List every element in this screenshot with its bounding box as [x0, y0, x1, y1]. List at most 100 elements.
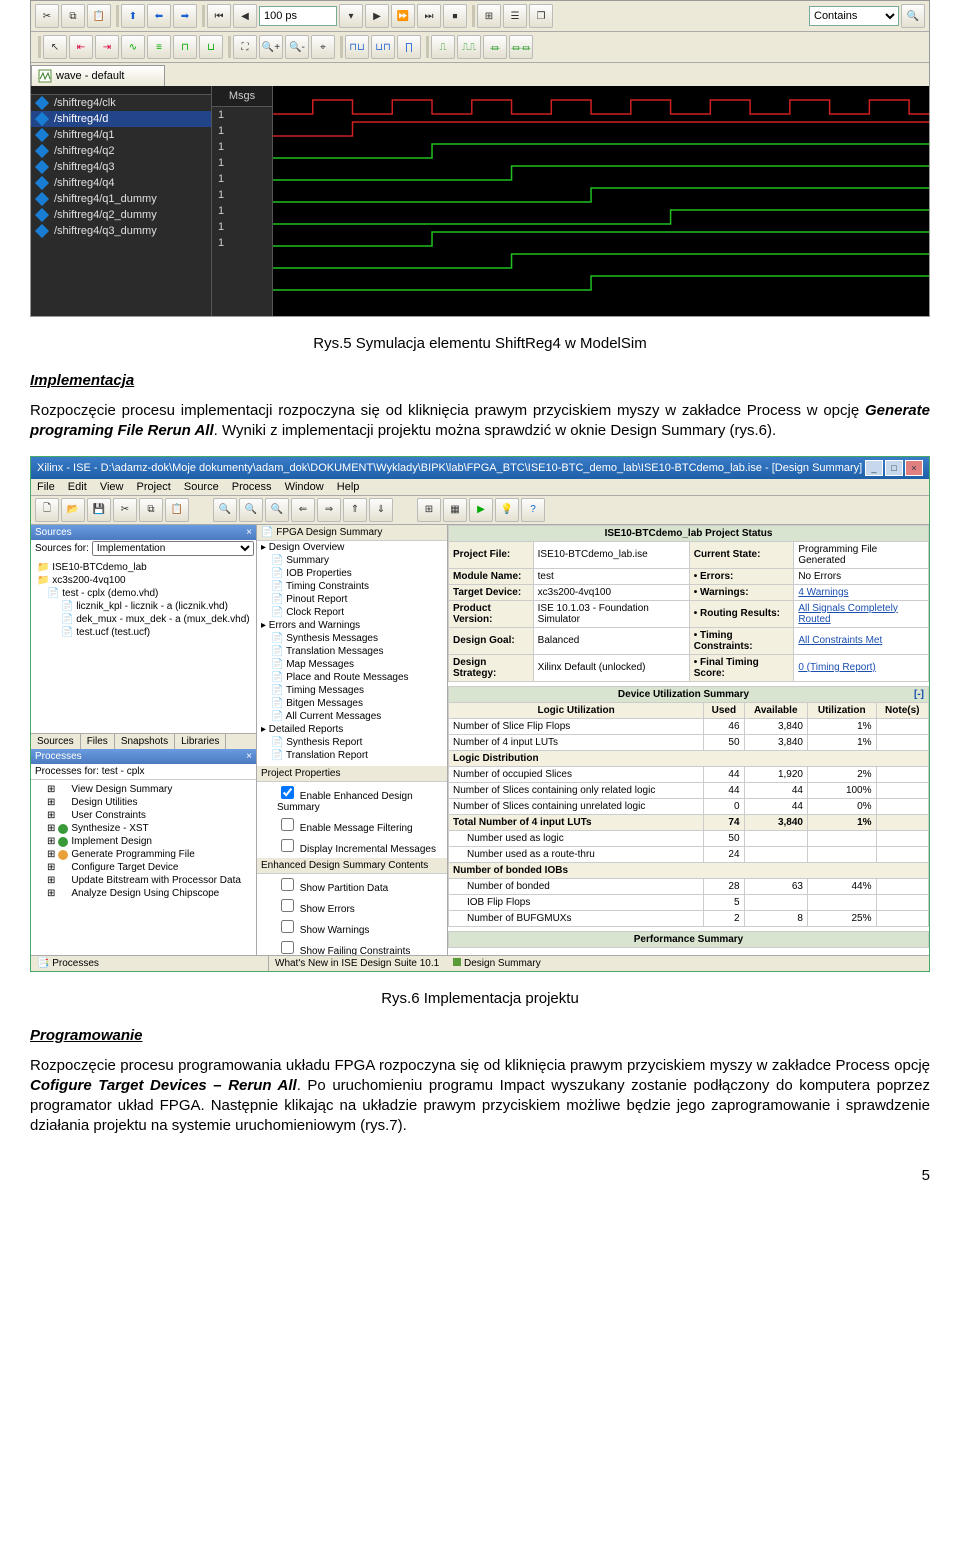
checkbox-row[interactable]: Show Failing Constraints — [257, 937, 447, 955]
mid-header[interactable]: 📄 FPGA Design Summary — [257, 525, 447, 541]
maximize-icon[interactable]: □ — [885, 460, 903, 476]
process-tree-item[interactable]: ⊞ Generate Programming File — [33, 848, 254, 861]
time-step-input[interactable] — [259, 6, 337, 26]
checkbox-row[interactable]: Show Errors — [257, 895, 447, 916]
mid-section-item[interactable]: 📄 All Current Messages — [257, 710, 447, 723]
mid-section-item[interactable]: ▸ Design Overview — [257, 541, 447, 554]
tab-snapshots[interactable]: Snapshots — [115, 734, 175, 749]
checkbox-row[interactable]: Enable Message Filtering — [257, 814, 447, 835]
process-tree-item[interactable]: ⊞ Configure Target Device — [33, 861, 254, 874]
mid-section-item[interactable]: 📄 Map Messages — [257, 658, 447, 671]
menu-item[interactable]: View — [100, 481, 124, 493]
cursor-icon[interactable]: ↖ — [43, 35, 67, 59]
mem-icon[interactable]: ⊞ — [477, 4, 501, 28]
mid-section-item[interactable]: 📄 Pinout Report — [257, 593, 447, 606]
checkbox[interactable] — [281, 878, 294, 891]
wave-fmt-icon[interactable]: ⎍⎍ — [457, 35, 481, 59]
nav-fwd-icon[interactable]: ➡ — [173, 4, 197, 28]
edge-next-icon[interactable]: ⇥ — [95, 35, 119, 59]
process-tree-item[interactable]: ⊞ View Design Summary — [33, 783, 254, 796]
tool-paste-icon[interactable]: 📋 — [87, 4, 111, 28]
wave-fmt-icon[interactable]: ∏ — [397, 35, 421, 59]
step-back-icon[interactable]: ◀ — [233, 4, 257, 28]
nav-back-icon[interactable]: ⬅ — [147, 4, 171, 28]
checkbox[interactable] — [281, 941, 294, 954]
wave-tool-icon[interactable]: ≡ — [147, 35, 171, 59]
mid-section-item[interactable]: ▸ Detailed Reports — [257, 723, 447, 736]
wave-signal-row[interactable]: /shiftreg4/q1 — [31, 127, 211, 143]
wave-fmt-icon[interactable]: ⏛ — [483, 35, 507, 59]
checkbox[interactable] — [281, 920, 294, 933]
mid-section-item[interactable]: 📄 Timing Constraints — [257, 580, 447, 593]
help-icon[interactable]: ? — [521, 498, 545, 522]
nav-icon[interactable]: ⇒ — [317, 498, 341, 522]
cell[interactable]: All Signals Completely Routed — [794, 600, 929, 627]
wave-fmt-icon[interactable]: ⊔⊓ — [371, 35, 395, 59]
mid-section-item[interactable]: 📄 Clock Report — [257, 606, 447, 619]
src-tree-item[interactable]: 📁 ISE10-BTCdemo_lab — [33, 561, 254, 574]
run-icon[interactable]: ▶ — [469, 498, 493, 522]
step-dropdown-icon[interactable]: ▾ — [339, 4, 363, 28]
checkbox[interactable] — [281, 899, 294, 912]
tab-sources[interactable]: Sources — [31, 734, 81, 749]
save-icon[interactable]: 💾 — [87, 498, 111, 522]
mid-section-item[interactable]: 📄 Place and Route Messages — [257, 671, 447, 684]
cut-icon[interactable]: ✂ — [113, 498, 137, 522]
wave-signal-row[interactable]: /shiftreg4/q3 — [31, 159, 211, 175]
bottom-tab[interactable]: Design Summary — [453, 958, 540, 969]
light-icon[interactable]: 💡 — [495, 498, 519, 522]
menu-item[interactable]: Window — [285, 481, 324, 493]
mid-section-item[interactable]: ▸ Errors and Warnings — [257, 619, 447, 632]
sources-tree[interactable]: 📁 ISE10-BTCdemo_lab📁 xc3s200-4vq100📄 tes… — [31, 557, 256, 734]
processes-tree[interactable]: ⊞ View Design Summary⊞ Design Utilities⊞… — [31, 780, 256, 955]
minimize-icon[interactable]: _ — [865, 460, 883, 476]
menu-item[interactable]: Edit — [68, 481, 87, 493]
step-end-icon[interactable]: ⏭ — [417, 4, 441, 28]
process-tree-item[interactable]: ⊞ Design Utilities — [33, 796, 254, 809]
open-icon[interactable]: 📂 — [61, 498, 85, 522]
bottom-tab[interactable]: What's New in ISE Design Suite 10.1 — [275, 958, 439, 969]
wave-signal-row[interactable]: /shiftreg4/q4 — [31, 175, 211, 191]
process-tree-item[interactable]: ⊞ Analyze Design Using Chipscope — [33, 887, 254, 900]
zoom-full-icon[interactable]: ⛶ — [233, 35, 257, 59]
wave-signal-row[interactable]: /shiftreg4/q1_dummy — [31, 191, 211, 207]
search-mode-select[interactable]: Contains — [809, 6, 899, 26]
close-icon[interactable]: × — [905, 460, 923, 476]
src-tree-item[interactable]: 📄 licznik_kpl - licznik - a (licznik.vhd… — [33, 600, 254, 613]
wave-fmt-icon[interactable]: ⎍ — [431, 35, 455, 59]
menu-item[interactable]: Help — [337, 481, 360, 493]
wave-signal-row[interactable]: /shiftreg4/q2 — [31, 143, 211, 159]
process-tree-item[interactable]: ⊞ Implement Design — [33, 835, 254, 848]
mid-section-item[interactable]: 📄 IOB Properties — [257, 567, 447, 580]
mid-section-item[interactable]: 📄 Bitgen Messages — [257, 697, 447, 710]
checkbox[interactable] — [281, 839, 294, 852]
process-tree-item[interactable]: ⊞ User Constraints — [33, 809, 254, 822]
mid-section-item[interactable]: 📄 Synthesis Messages — [257, 632, 447, 645]
wave-signal-row[interactable]: /shiftreg4/q3_dummy — [31, 223, 211, 239]
cell[interactable]: 4 Warnings — [794, 584, 929, 600]
checkbox-row[interactable]: Enable Enhanced Design Summary — [257, 782, 447, 814]
tool-scissors-icon[interactable]: ✂ — [35, 4, 59, 28]
bottom-left-tab[interactable]: 📑 Processes — [31, 956, 269, 971]
copy-icon[interactable]: ⧉ — [139, 498, 163, 522]
process-tree-item[interactable]: ⊞ Synthesize - XST — [33, 822, 254, 835]
tab-files[interactable]: Files — [81, 734, 115, 749]
wave-tool-icon[interactable]: ∿ — [121, 35, 145, 59]
tab-libraries[interactable]: Libraries — [175, 734, 226, 749]
checkbox-row[interactable]: Display Incremental Messages — [257, 835, 447, 856]
tool-icon[interactable]: ⊞ — [417, 498, 441, 522]
window-icon[interactable]: ❐ — [529, 4, 553, 28]
nav-icon[interactable]: ⇓ — [369, 498, 393, 522]
close-icon[interactable]: × — [246, 527, 252, 538]
wave-tab[interactable]: wave - default — [31, 65, 165, 86]
mid-section-item[interactable]: 📄 Summary — [257, 554, 447, 567]
wave-tool-icon[interactable]: ⊓ — [173, 35, 197, 59]
src-tree-item[interactable]: 📁 xc3s200-4vq100 — [33, 574, 254, 587]
wave-signal-row[interactable]: /shiftreg4/clk — [31, 95, 211, 111]
menu-item[interactable]: Process — [232, 481, 272, 493]
wave-signal-row[interactable]: /shiftreg4/q2_dummy — [31, 207, 211, 223]
process-tree-item[interactable]: ⊞ Update Bitstream with Processor Data — [33, 874, 254, 887]
wave-plot[interactable] — [273, 86, 929, 316]
cell[interactable]: 0 (Timing Report) — [794, 654, 929, 681]
step-start-icon[interactable]: ⏮ — [207, 4, 231, 28]
